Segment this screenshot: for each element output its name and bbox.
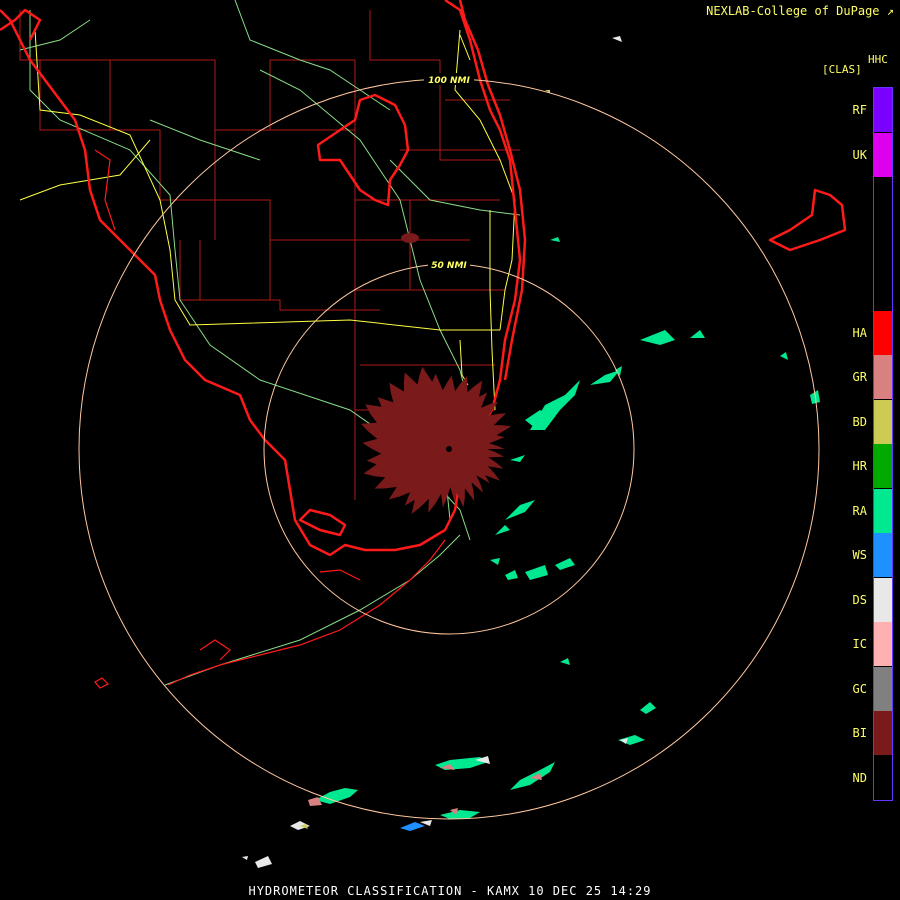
legend-label-rf: RF bbox=[852, 103, 867, 118]
legend-swatch-rf bbox=[874, 88, 892, 132]
legend-swatch-empty-3 bbox=[874, 221, 892, 266]
legend-swatch-hr bbox=[874, 444, 892, 488]
legend-swatch-ha bbox=[874, 310, 892, 355]
legend-label-ra: RA bbox=[852, 503, 867, 518]
legend-label-hr: HR bbox=[852, 459, 867, 474]
product-title: HYDROMETEOR CLASSIFICATION - KAMX 10 DEC… bbox=[248, 884, 652, 898]
legend-swatch-gr bbox=[874, 355, 892, 399]
legend-swatch-empty-4 bbox=[874, 266, 892, 310]
legend-title-bottom: [CLAS] bbox=[822, 63, 862, 76]
legend-swatch-uk bbox=[874, 132, 892, 177]
legend-label-gc: GC bbox=[852, 681, 867, 696]
biological-returns bbox=[360, 233, 512, 514]
legend-label-bd: BD bbox=[852, 414, 867, 429]
highways bbox=[19, 29, 516, 411]
legend-swatch-ds bbox=[874, 577, 892, 622]
legend-label-ha: HA bbox=[852, 325, 867, 340]
ring-label-50: 50 NMI bbox=[431, 261, 467, 271]
legend-swatch-empty-2 bbox=[874, 177, 892, 221]
radar-site-marker bbox=[446, 446, 452, 452]
legend-label-ds: DS bbox=[852, 592, 867, 607]
external-link-icon: ↗ bbox=[886, 4, 894, 18]
legend-swatch-ic bbox=[874, 622, 892, 666]
radar-map: 50 NMI 100 NMI bbox=[0, 0, 847, 868]
legend-swatch-ra bbox=[874, 488, 892, 533]
legend-label-nd: ND bbox=[852, 770, 867, 785]
legend-label-ws: WS bbox=[852, 548, 867, 563]
legend-swatch-nd bbox=[874, 755, 892, 800]
legend-label-bi: BI bbox=[852, 726, 867, 741]
legend-swatch-gc bbox=[874, 666, 892, 711]
legend-label-uk: UK bbox=[852, 147, 867, 162]
legend-label-gr: GR bbox=[852, 370, 867, 385]
legend-swatch-ws bbox=[874, 533, 892, 577]
legend-colorbar bbox=[873, 87, 893, 801]
legend-title-top: HHC bbox=[868, 53, 888, 66]
legend-swatch-bd bbox=[874, 399, 892, 444]
ring-label-100: 100 NMI bbox=[428, 76, 470, 86]
legend-swatch-bi bbox=[874, 711, 892, 755]
credit-text: NEXLAB-College of DuPage bbox=[706, 4, 880, 18]
credit-label[interactable]: NEXLAB-College of DuPage ↗ bbox=[706, 4, 894, 18]
legend-label-ic: IC bbox=[852, 637, 867, 652]
